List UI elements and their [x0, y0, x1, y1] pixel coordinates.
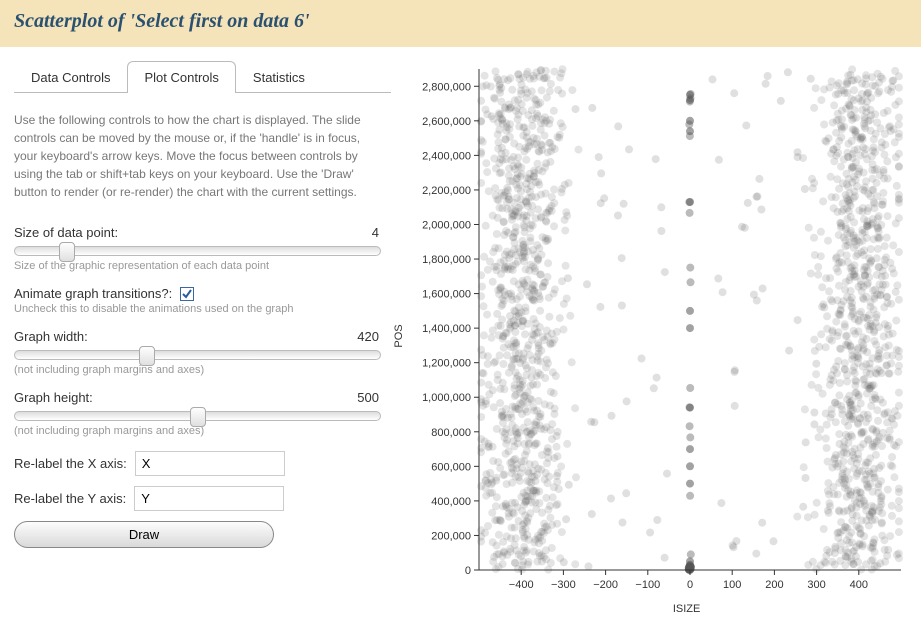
x-axis-label: ISIZE [673, 603, 701, 615]
point-size-control: Size of data point: 4 Size of the graphi… [14, 225, 385, 272]
animate-label: Animate graph transitions?: [14, 286, 172, 301]
slider-handle[interactable] [190, 407, 206, 427]
svg-text:2,400,000: 2,400,000 [422, 150, 471, 162]
height-label: Graph height: [14, 390, 93, 405]
height-slider[interactable] [14, 411, 381, 421]
height-control: Graph height: 500 (not including graph m… [14, 390, 385, 437]
help-text: Use the following controls to how the ch… [14, 111, 385, 201]
animate-checkbox[interactable] [180, 287, 194, 301]
animate-control: Animate graph transitions?: Uncheck this… [14, 286, 385, 315]
svg-text:1,400,000: 1,400,000 [422, 323, 471, 335]
svg-text:−100: −100 [635, 579, 660, 591]
svg-text:600,000: 600,000 [431, 461, 471, 473]
svg-text:200: 200 [765, 579, 783, 591]
tab-statistics[interactable]: Statistics [236, 61, 322, 93]
animate-hint: Uncheck this to disable the animations u… [14, 303, 385, 315]
width-value: 420 [357, 329, 379, 344]
checkmark-icon [181, 288, 193, 300]
ylabel-label: Re-label the Y axis: [14, 491, 126, 506]
ylabel-input[interactable] [134, 486, 284, 511]
slider-handle[interactable] [139, 346, 155, 366]
width-control: Graph width: 420 (not including graph ma… [14, 329, 385, 376]
point-size-slider[interactable] [14, 246, 381, 256]
width-hint: (not including graph margins and axes) [14, 364, 385, 376]
tab-bar: Data Controls Plot Controls Statistics [14, 61, 391, 93]
svg-text:400: 400 [850, 579, 868, 591]
width-slider[interactable] [14, 350, 381, 360]
page-header: Scatterplot of 'Select first on data 6' [0, 0, 921, 47]
svg-text:−300: −300 [551, 579, 576, 591]
svg-text:−400: −400 [509, 579, 534, 591]
xlabel-control: Re-label the X axis: [14, 451, 385, 476]
svg-text:1,200,000: 1,200,000 [422, 358, 471, 370]
svg-text:800,000: 800,000 [431, 427, 471, 439]
svg-text:2,800,000: 2,800,000 [422, 81, 471, 93]
svg-text:2,000,000: 2,000,000 [422, 219, 471, 231]
svg-text:300: 300 [807, 579, 825, 591]
page-title: Scatterplot of 'Select first on data 6' [14, 10, 907, 33]
scatterplot: 0 200,000 400,000 600,000 800,000 1,000,000 1,… [401, 61, 911, 606]
svg-text:1,000,000: 1,000,000 [422, 392, 471, 404]
xlabel-label: Re-label the X axis: [14, 456, 127, 471]
tab-data-controls[interactable]: Data Controls [14, 61, 127, 93]
xlabel-input[interactable] [135, 451, 285, 476]
svg-text:1,600,000: 1,600,000 [422, 289, 471, 301]
slider-handle[interactable] [59, 242, 75, 262]
svg-text:400,000: 400,000 [431, 496, 471, 508]
point-size-value: 4 [372, 225, 379, 240]
svg-text:100: 100 [723, 579, 741, 591]
tab-plot-controls[interactable]: Plot Controls [127, 61, 235, 93]
svg-text:2,600,000: 2,600,000 [422, 116, 471, 128]
ylabel-control: Re-label the Y axis: [14, 486, 385, 511]
height-value: 500 [357, 390, 379, 405]
svg-text:0: 0 [465, 565, 471, 577]
svg-text:2,200,000: 2,200,000 [422, 185, 471, 197]
controls-panel: Data Controls Plot Controls Statistics U… [14, 61, 391, 611]
svg-text:0: 0 [687, 579, 693, 591]
chart-region: POS 0200,000400,000600,000800,0001,000,0… [401, 61, 911, 611]
svg-text:200,000: 200,000 [431, 530, 471, 542]
point-size-label: Size of data point: [14, 225, 118, 240]
y-axis-label: POS [393, 324, 405, 347]
svg-text:1,800,000: 1,800,000 [422, 254, 471, 266]
width-label: Graph width: [14, 329, 88, 344]
draw-button[interactable]: Draw [14, 521, 274, 548]
svg-text:−200: −200 [593, 579, 618, 591]
